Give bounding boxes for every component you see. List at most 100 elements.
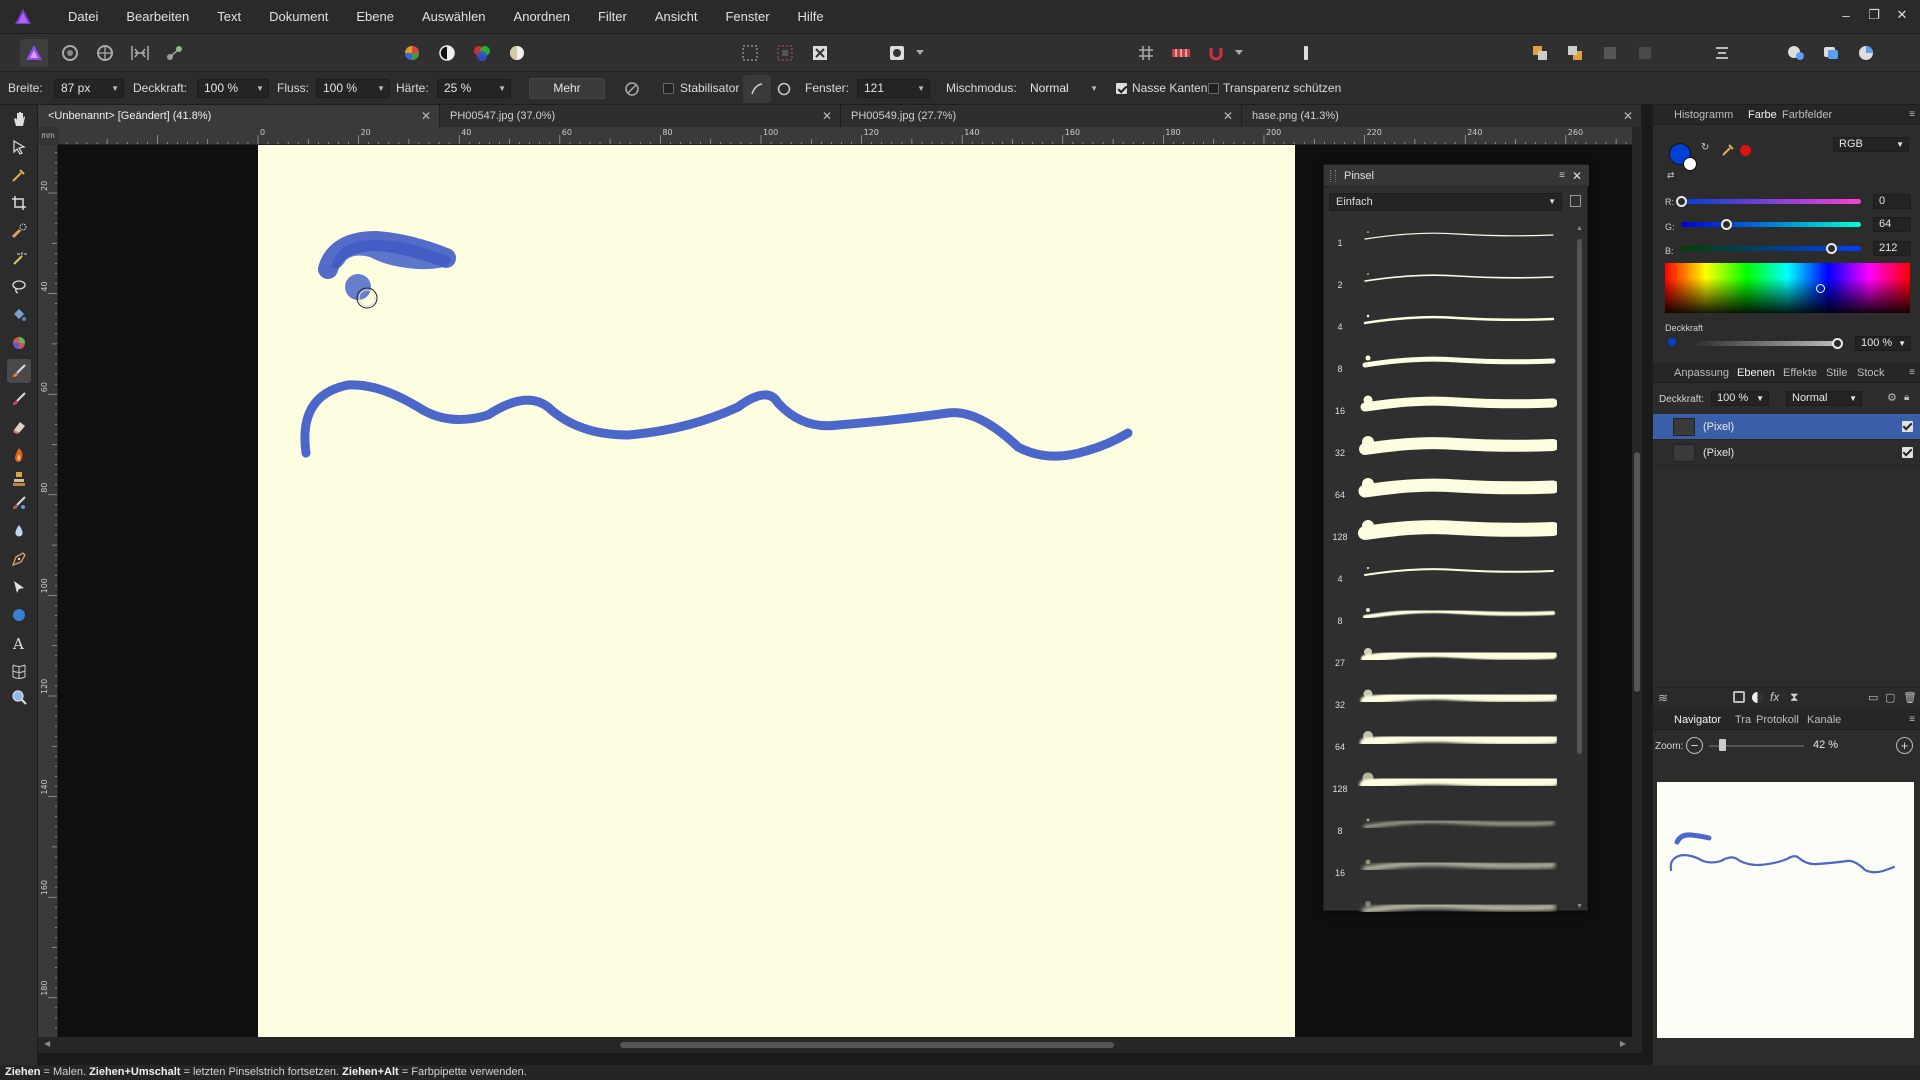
clone-icon[interactable] <box>7 467 31 491</box>
tab-anpassung[interactable]: Anpassung <box>1674 363 1729 383</box>
eyedropper-icon[interactable] <box>1721 143 1735 160</box>
grid-icon[interactable] <box>1132 39 1160 67</box>
window-mode-icon[interactable] <box>770 75 798 103</box>
node-icon[interactable] <box>7 575 31 599</box>
arrange-back-icon[interactable] <box>1561 39 1589 67</box>
tab-ph00549[interactable]: PH00549.jpg (27.7%) ✕ <box>841 105 1242 127</box>
tab-ph00547[interactable]: PH00547.jpg (37.0%) ✕ <box>440 105 841 127</box>
brush-preset[interactable]: 128 <box>1329 763 1567 805</box>
hardness-field[interactable]: 25 % ▼ <box>437 79 511 98</box>
fill-icon[interactable] <box>7 303 31 327</box>
tab-histogramm[interactable]: Histogramm <box>1674 105 1733 125</box>
brush-preset[interactable]: 32 <box>1329 427 1567 469</box>
color-opacity-knob[interactable] <box>1832 338 1843 349</box>
erase-icon[interactable] <box>7 415 31 439</box>
contrast-icon[interactable] <box>433 39 461 67</box>
close-icon[interactable]: ✕ <box>822 105 832 127</box>
tab-farbfelder[interactable]: Farbfelder <box>1782 105 1832 125</box>
wet-edges-checkbox[interactable] <box>1116 83 1127 94</box>
selection-brush-icon[interactable] <box>7 219 31 243</box>
brush-preset[interactable]: 2 <box>1329 259 1567 301</box>
hue-icon[interactable] <box>468 39 496 67</box>
brush-preset[interactable]: 8 <box>1329 805 1567 847</box>
layer-blend-select[interactable]: Normal ▼ <box>1786 391 1862 406</box>
marquee-subtract-icon[interactable] <box>771 39 799 67</box>
minimize-button[interactable]: – <box>1832 0 1860 30</box>
brush-preset[interactable]: 8 <box>1329 343 1567 385</box>
tab-stock[interactable]: Stock <box>1857 363 1885 383</box>
flow-field[interactable]: 100 % ▼ <box>316 79 390 98</box>
lock-icon[interactable]: 🔒︎ <box>1904 392 1909 403</box>
menu-filter[interactable]: Filter <box>584 0 641 34</box>
color-wheel-icon[interactable] <box>398 39 426 67</box>
close-icon[interactable]: ✕ <box>1623 105 1633 127</box>
info-icon[interactable] <box>1292 39 1320 67</box>
color-mode-select[interactable]: RGB ▼ <box>1833 137 1909 152</box>
menu-fenster[interactable]: Fenster <box>711 0 783 34</box>
brush-list-scrollbar[interactable]: ▲ ▼ <box>1576 225 1583 910</box>
layer-opacity-field[interactable]: 100 % ▼ <box>1711 391 1769 406</box>
ruler-left[interactable]: 20 40 60 80 100 120 140 160 180 <box>38 145 58 1037</box>
folder-icon[interactable]: ▭ <box>1868 691 1878 704</box>
zoom-out-icon[interactable]: − <box>1686 737 1703 754</box>
lasso-icon[interactable] <box>7 275 31 299</box>
color-spectrum[interactable] <box>1665 263 1910 313</box>
layer-visibility-checkbox[interactable] <box>1902 447 1913 458</box>
brush-preset[interactable] <box>1329 889 1567 931</box>
text-icon[interactable]: A <box>7 631 31 655</box>
arrange-front-icon[interactable] <box>1526 39 1554 67</box>
close-icon[interactable]: ✕ <box>1572 165 1582 187</box>
scroll-thumb[interactable] <box>620 1042 1114 1048</box>
stabilizer-checkbox[interactable] <box>663 83 674 94</box>
adjustment-layer-icon[interactable] <box>1752 692 1763 703</box>
mask-icon[interactable] <box>883 39 911 67</box>
scroll-right-icon[interactable]: ▶ <box>1620 1039 1626 1048</box>
vertical-scrollbar[interactable] <box>1632 127 1642 1037</box>
blend-mode-select[interactable]: Normal ▼ <box>1023 79 1103 98</box>
tab-stile[interactable]: Stile <box>1826 363 1847 383</box>
zoom-in-icon[interactable]: + <box>1896 737 1913 754</box>
close-icon[interactable]: ✕ <box>421 105 431 127</box>
arrange-forward-icon[interactable] <box>1596 39 1624 67</box>
brush-preset[interactable]: 64 <box>1329 721 1567 763</box>
protect-alpha-checkbox[interactable] <box>1208 83 1219 94</box>
burn-icon[interactable] <box>7 443 31 467</box>
r-value-field[interactable]: 0 <box>1873 194 1911 209</box>
hand-icon[interactable] <box>7 107 31 131</box>
brush-preset[interactable]: 64 <box>1329 469 1567 511</box>
b-slider-knob[interactable] <box>1825 243 1837 254</box>
panel-menu-icon[interactable]: ≡ <box>1559 165 1565 187</box>
r-slider-track[interactable] <box>1681 199 1861 204</box>
r-slider-knob[interactable] <box>1676 196 1687 207</box>
layer-visibility-checkbox[interactable] <box>1902 421 1913 432</box>
hourglass-icon[interactable]: ⧗ <box>1790 690 1798 705</box>
brush-preset[interactable]: 1 <box>1329 217 1567 259</box>
scroll-down-icon[interactable]: ▼ <box>1576 903 1583 910</box>
rope-mode-icon[interactable] <box>743 75 771 103</box>
menu-bearbeiten[interactable]: Bearbeiten <box>112 0 203 34</box>
panel-menu-icon[interactable]: ≡ <box>1909 105 1915 125</box>
tab-hase[interactable]: hase.png (41.3%) ✕ <box>1242 105 1642 127</box>
crop-icon[interactable] <box>7 191 31 215</box>
tab-unbenannt[interactable]: <Unbenannt> [Geändert] (41.8%) ✕ <box>38 105 440 127</box>
tab-effekte[interactable]: Effekte <box>1783 363 1817 383</box>
window-field[interactable]: 121 ▼ <box>857 79 930 98</box>
user-icon[interactable] <box>1782 39 1810 67</box>
trash-icon[interactable]: 🗑︎ <box>1903 691 1917 704</box>
gradient-icon[interactable] <box>7 331 31 355</box>
brush-preset[interactable]: 16 <box>1329 847 1567 889</box>
develop-persona-icon[interactable] <box>91 39 119 67</box>
menu-ebene[interactable]: Ebene <box>342 0 408 34</box>
brush-preset[interactable]: 8 <box>1329 595 1567 637</box>
brush-preset[interactable]: 4 <box>1329 553 1567 595</box>
brush-view-icon[interactable] <box>1570 195 1581 207</box>
tab-ebenen[interactable]: Ebenen <box>1737 363 1775 383</box>
brush-preset[interactable]: 4 <box>1329 301 1567 343</box>
tab-transform[interactable]: Tra <box>1735 710 1751 730</box>
opacity-field[interactable]: 100 % ▼ <box>197 79 269 98</box>
navigator-preview[interactable] <box>1657 782 1914 1038</box>
force-pressure-icon[interactable] <box>618 75 646 103</box>
marquee-icon[interactable] <box>736 39 764 67</box>
zoom-icon[interactable] <box>7 685 31 709</box>
export-persona-icon[interactable] <box>161 39 189 67</box>
